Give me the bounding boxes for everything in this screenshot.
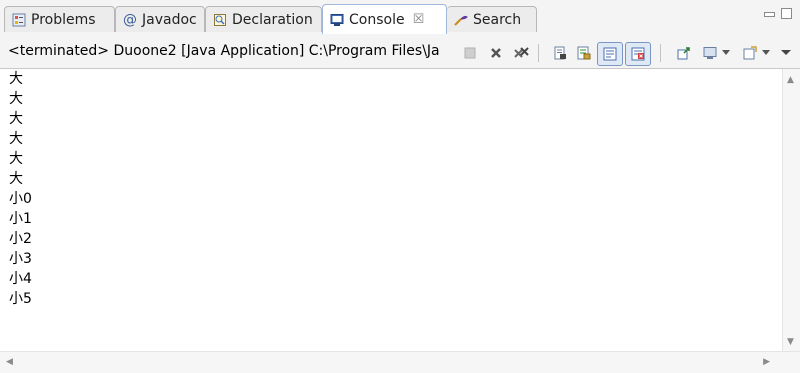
view-tab-bar: Problems @ Javadoc Declaration Console ☒… — [0, 0, 800, 37]
window-controls — [764, 8, 792, 19]
remove-all-terminated-icon[interactable] — [512, 44, 532, 62]
tab-javadoc[interactable]: @ Javadoc — [115, 6, 205, 32]
console-line: 大 — [9, 131, 23, 147]
console-line: 大 — [9, 151, 23, 167]
chevron-down-icon[interactable] — [720, 44, 732, 62]
tab-problems-label: Problems — [31, 11, 96, 28]
declaration-icon — [212, 12, 228, 28]
console-line: 大 — [9, 91, 23, 107]
view-menu-icon[interactable] — [776, 44, 796, 62]
display-console-icon[interactable] — [700, 44, 720, 62]
problems-icon — [11, 12, 27, 28]
scroll-left-icon[interactable]: ◀ — [6, 357, 13, 367]
vertical-scrollbar[interactable]: ▲ ▼ — [782, 69, 800, 351]
console-icon — [329, 12, 345, 28]
close-icon[interactable]: ☒ — [413, 12, 425, 27]
console-line: 小4 — [9, 271, 32, 287]
console-line: 小3 — [9, 251, 32, 267]
show-on-stdout-icon[interactable] — [597, 42, 623, 66]
chevron-down-icon[interactable] — [760, 44, 772, 62]
terminate-icon[interactable] — [460, 44, 480, 62]
console-line: 大 — [9, 71, 23, 87]
console-line: 小0 — [9, 191, 32, 207]
console-output[interactable]: 大 大 大 大 大 大 小0 小1 小2 小3 小4 小5 — [0, 69, 782, 351]
pin-console-icon[interactable] — [674, 44, 694, 62]
console-line: 大 — [9, 171, 23, 187]
search-icon — [453, 12, 469, 28]
console-status-label: <terminated> Duoone2 [Java Application] … — [8, 43, 440, 59]
open-console-icon[interactable] — [740, 44, 760, 62]
horizontal-scrollbar[interactable]: ◀ ▶ — [0, 351, 800, 373]
console-line: 小2 — [9, 231, 32, 247]
toolbar-separator — [538, 44, 539, 62]
tab-declaration-label: Declaration — [232, 11, 313, 28]
tab-search-label: Search — [473, 11, 522, 28]
tab-console-label: Console — [349, 11, 405, 28]
tab-problems[interactable]: Problems — [4, 6, 115, 32]
scroll-down-icon[interactable]: ▼ — [787, 337, 794, 347]
toolbar-separator — [660, 44, 661, 62]
tab-declaration[interactable]: Declaration — [205, 6, 322, 32]
maximize-icon[interactable] — [781, 8, 792, 19]
remove-launch-icon[interactable] — [486, 44, 506, 62]
show-on-stderr-icon[interactable] — [625, 42, 651, 66]
scroll-right-icon[interactable]: ▶ — [763, 357, 770, 367]
console-line: 大 — [9, 111, 23, 127]
clear-console-icon[interactable] — [550, 44, 570, 62]
scroll-up-icon[interactable]: ▲ — [787, 75, 794, 85]
minimize-icon[interactable] — [764, 12, 775, 17]
tab-javadoc-label: Javadoc — [142, 11, 197, 28]
tab-search[interactable]: Search — [447, 6, 537, 32]
at-icon: @ — [123, 11, 137, 28]
console-line: 小1 — [9, 211, 32, 227]
scroll-lock-icon[interactable] — [574, 44, 594, 62]
console-line: 小5 — [9, 291, 32, 307]
tab-console[interactable]: Console ☒ — [322, 4, 447, 34]
